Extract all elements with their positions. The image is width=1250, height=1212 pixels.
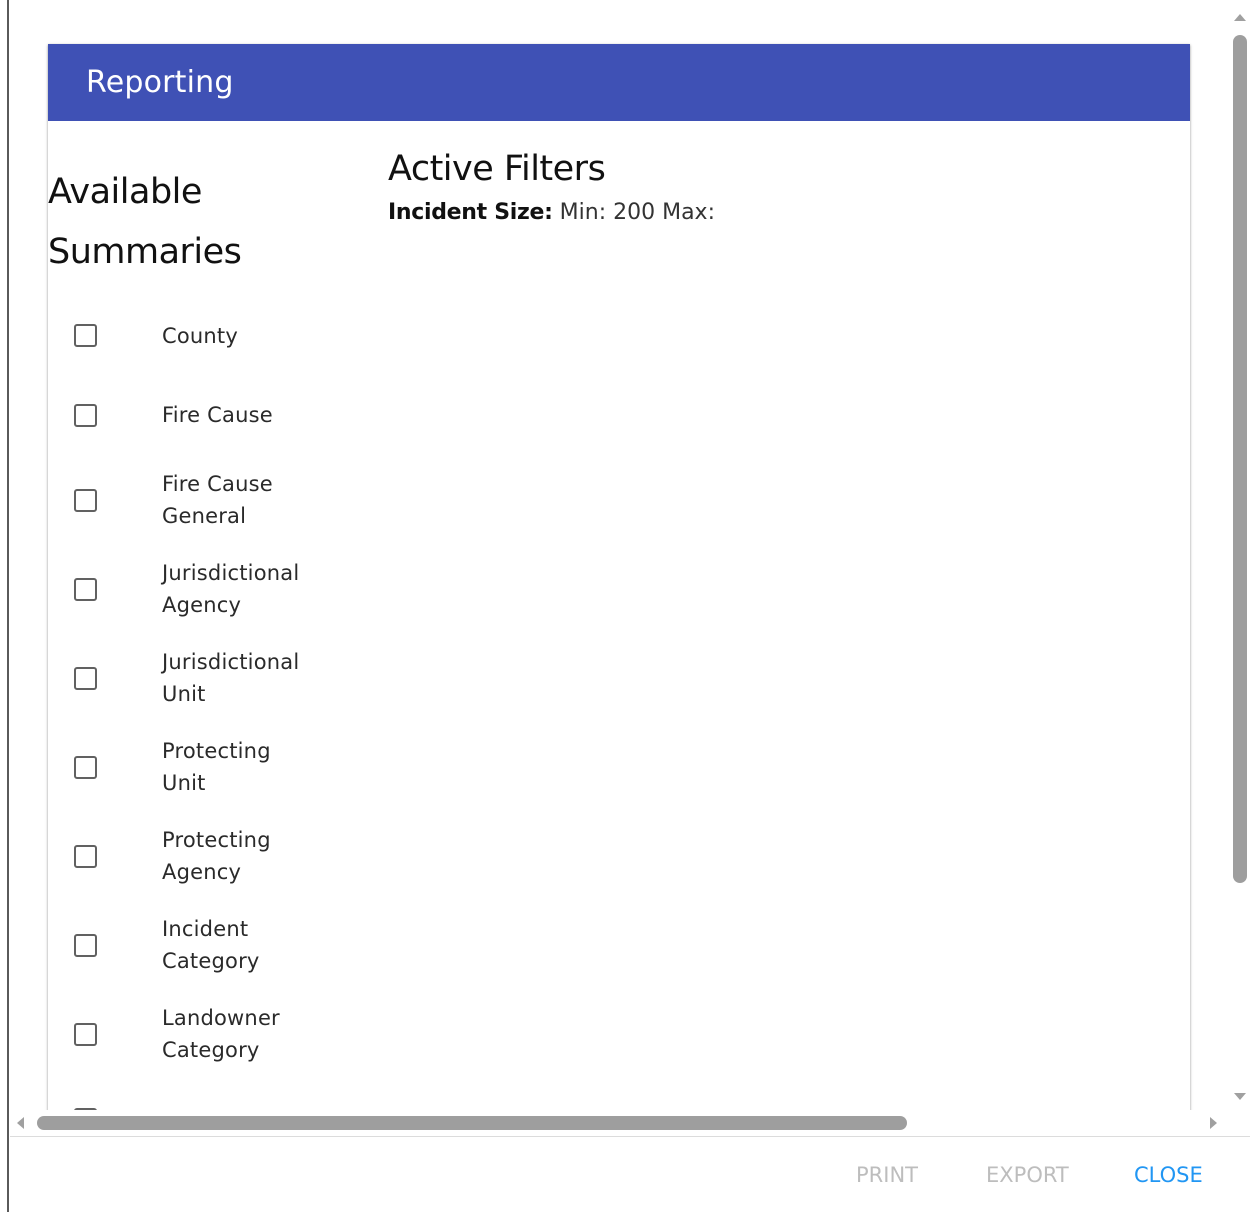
summary-item-label: Jurisdictional Unit [162,650,300,706]
summary-item-incident-category[interactable]: Incident Category [48,913,348,979]
summary-item-label: Jurisdictional Agency [162,561,300,617]
dialog-title: Reporting [86,65,234,100]
protecting-unit-checkbox[interactable] [74,756,97,779]
vertical-scroll-thumb[interactable] [1233,35,1247,883]
scroll-right-arrow-icon[interactable] [1210,1117,1217,1129]
summary-item-label: Fire Cause [162,403,273,427]
fire-cause-checkbox[interactable] [74,404,97,427]
summary-item-jurisdictional-unit[interactable]: Jurisdictional Unit [48,646,348,712]
summary-item-protecting-agency[interactable]: Protecting Agency [48,824,348,890]
incident-size-filter: Incident Size: Min: 200 Max: [388,197,715,229]
export-button[interactable]: EXPORT [986,1160,1069,1190]
summary-item-landowner-category[interactable]: Landowner Category [48,1002,348,1068]
incident-size-value: Min: 200 Max: [559,200,715,225]
summaries-heading-line1: Available [48,172,202,212]
scroll-up-arrow-icon[interactable] [1234,14,1246,21]
jurisdictional-agency-checkbox[interactable] [74,578,97,601]
summary-item-label: Protecting Unit [162,739,271,795]
summary-item-protecting-unit[interactable]: Protecting Unit [48,735,348,801]
reporting-card: Reporting Available Summaries County Fir… [48,44,1190,1110]
window-left-edge [7,0,9,1212]
vertical-scrollbar[interactable] [1228,0,1250,1110]
summary-item-fire-cause-general[interactable]: Fire Cause General [48,468,348,534]
card-header: Reporting [48,44,1190,121]
summaries-heading-line2: Summaries [48,232,242,272]
horizontal-scroll-thumb[interactable] [37,1116,907,1130]
fire-cause-general-checkbox[interactable] [74,489,97,512]
county-checkbox[interactable] [74,324,97,347]
summary-item-label: Incident Category [162,917,260,973]
active-filters-heading: Active Filters [388,149,606,189]
summary-item-county[interactable]: County [48,304,348,368]
scroll-down-arrow-icon[interactable] [1234,1093,1246,1100]
horizontal-scrollbar[interactable] [10,1110,1228,1136]
landowner-category-checkbox[interactable] [74,1023,97,1046]
summary-item-fire-cause[interactable]: Fire Cause [48,384,348,448]
summary-item-label: Fire Cause General [162,472,273,528]
summary-item-label: County [162,324,238,348]
summary-item-jurisdictional-agency[interactable]: Jurisdictional Agency [48,557,348,623]
scroll-left-arrow-icon[interactable] [17,1117,24,1129]
incident-size-label: Incident Size: [388,200,553,225]
jurisdictional-unit-checkbox[interactable] [74,667,97,690]
print-button[interactable]: PRINT [856,1160,918,1190]
incident-category-checkbox[interactable] [74,934,97,957]
summary-item-label: Protecting Agency [162,828,271,884]
scroll-content: Reporting Available Summaries County Fir… [10,0,1228,1110]
available-summaries-heading: Available Summaries [48,162,308,282]
reporting-window: Reporting Available Summaries County Fir… [0,0,1250,1212]
close-button[interactable]: CLOSE [1134,1160,1203,1190]
summary-item-label: Landowner Category [162,1006,280,1062]
protecting-agency-checkbox[interactable] [74,845,97,868]
dialog-actions: PRINT EXPORT CLOSE [10,1137,1250,1212]
